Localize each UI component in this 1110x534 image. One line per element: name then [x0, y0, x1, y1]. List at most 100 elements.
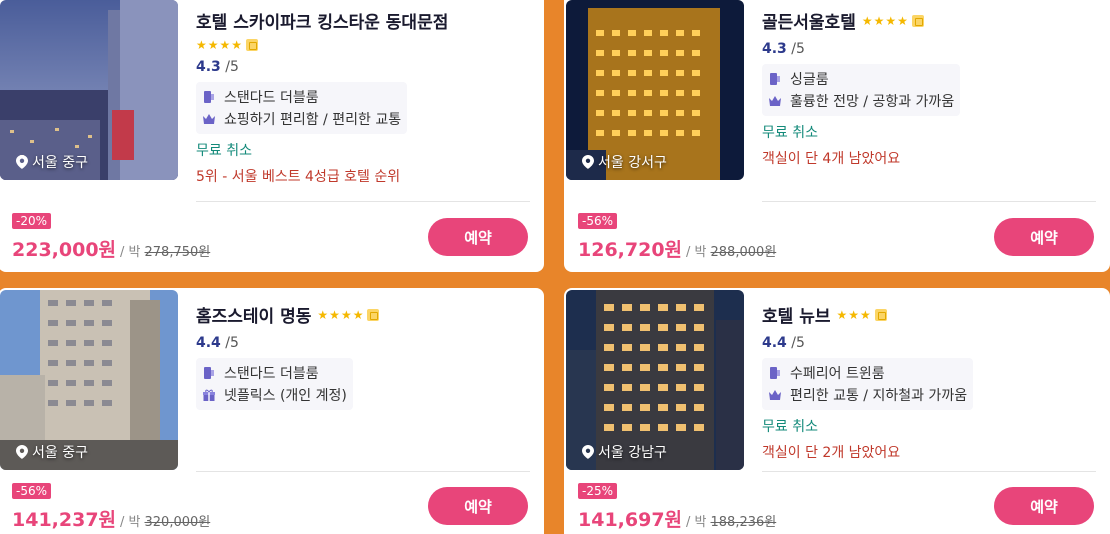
- star-icon: ★: [897, 13, 908, 28]
- divider: [196, 471, 530, 472]
- price: 126,720원: [578, 239, 683, 261]
- location-pin-icon: [16, 155, 28, 169]
- star-icon: ★: [352, 307, 364, 322]
- location-text: 서울 중구: [32, 445, 88, 461]
- feature-text: 훌륭한 전망 / 공항과 가까움: [790, 94, 955, 110]
- star-icon: ★: [861, 13, 873, 28]
- hotel-card[interactable]: 서울 강서구 골든서울호텔 ★ ★ ★ ★ 4.3 /5 싱글룸 훌륭한 전망 / 공…: [564, 0, 1110, 272]
- per-night-label: / 박: [686, 515, 707, 530]
- feature-item: 훌륭한 전망 / 공항과 가까움: [768, 90, 954, 112]
- review-score: 4.4 /5: [762, 335, 1096, 351]
- per-night-label: / 박: [686, 245, 707, 260]
- review-score: 4.3 /5: [762, 41, 1096, 57]
- verified-badge-icon: [874, 308, 887, 321]
- location-pin-icon: [582, 445, 594, 459]
- room-icon: [770, 73, 780, 85]
- hotel-photo[interactable]: 서울 중구: [0, 0, 178, 180]
- original-price: 320,000원: [144, 515, 211, 530]
- review-score: 4.3 /5: [196, 59, 530, 75]
- review-score-max: /5: [225, 335, 239, 351]
- location-label: 서울 강서구: [582, 152, 667, 172]
- hotel-name[interactable]: 홈즈스테이 명동: [196, 302, 311, 327]
- price-row: 126,720원 / 박 288,000원: [578, 235, 776, 262]
- star-icon: ★: [860, 307, 871, 322]
- star-icon: ★: [873, 13, 885, 28]
- per-night-label: / 박: [120, 245, 141, 260]
- hotel-name[interactable]: 골든서울호텔: [762, 8, 856, 33]
- feature-item: 쇼핑하기 편리함 / 편리한 교통: [202, 108, 401, 130]
- feature-item: 스탠다드 더블룸: [202, 86, 401, 108]
- feature-item: 스탠다드 더블룸: [202, 362, 347, 384]
- hotel-name[interactable]: 호텔 스카이파크 킹스타운 동대문점: [196, 8, 448, 33]
- star-icon: ★: [848, 307, 860, 322]
- star-icon: ★: [885, 13, 897, 28]
- price: 141,237원: [12, 509, 117, 531]
- feature-text: 스탠다드 더블룸: [224, 90, 319, 106]
- feature-item: 편리한 교통 / 지하철과 가까움: [768, 384, 967, 406]
- feature-item: 넷플릭스 (개인 계정): [202, 384, 347, 406]
- location-label: 서울 중구: [16, 152, 88, 172]
- price-row: 141,697원 / 박 188,236원: [578, 505, 776, 532]
- crown-icon: [203, 114, 215, 124]
- review-score-max: /5: [225, 59, 239, 75]
- feature-text: 스탠다드 더블룸: [224, 366, 319, 382]
- star-icon: ★: [196, 38, 207, 52]
- location-pin-icon: [582, 155, 594, 169]
- free-cancellation-label: 무료 취소: [196, 143, 252, 159]
- discount-badge: -56%: [12, 483, 52, 499]
- crown-icon: [769, 390, 781, 400]
- review-score: 4.4 /5: [196, 335, 530, 351]
- book-button[interactable]: 예약: [994, 218, 1094, 256]
- hotel-photo[interactable]: 서울 강서구: [566, 0, 744, 180]
- feature-list: 싱글룸 훌륭한 전망 / 공항과 가까움: [762, 64, 961, 116]
- review-score-value: 4.4: [762, 335, 787, 351]
- feature-item: 수페리어 트윈룸: [768, 362, 967, 384]
- book-button[interactable]: 예약: [428, 218, 528, 256]
- ranking-note: 5위 - 서울 베스트 4성급 호텔 순위: [196, 169, 401, 185]
- divider: [762, 201, 1096, 202]
- star-icon: ★: [836, 307, 848, 322]
- star-rating: ★ ★ ★ ★: [861, 13, 924, 28]
- original-price: 278,750원: [144, 245, 211, 260]
- hotel-name[interactable]: 호텔 뉴브: [762, 302, 830, 327]
- review-score-value: 4.3: [196, 59, 221, 75]
- hotel-card[interactable]: 서울 강남구 호텔 뉴브 ★ ★ ★ 4.4 /5 수페리어 트윈룸 편리한 교통 …: [564, 288, 1110, 534]
- discount-badge: -56%: [578, 213, 618, 229]
- hotel-photo[interactable]: 서울 강남구: [566, 290, 744, 470]
- rooms-left-note: 객실이 단 2개 남았어요: [762, 445, 901, 461]
- book-button[interactable]: 예약: [428, 487, 528, 525]
- star-rating: ★ ★ ★ ★: [196, 38, 259, 52]
- original-price: 288,000원: [710, 245, 777, 260]
- review-score-value: 4.4: [196, 335, 221, 351]
- room-icon: [204, 367, 214, 379]
- room-icon: [204, 91, 214, 103]
- free-cancellation-label: 무료 취소: [762, 125, 818, 141]
- feature-text: 수페리어 트윈룸: [790, 366, 885, 382]
- star-rating: ★ ★ ★: [836, 307, 887, 322]
- divider: [196, 201, 530, 202]
- price-row: 223,000원 / 박 278,750원: [12, 235, 210, 262]
- feature-text: 싱글룸: [790, 72, 829, 88]
- feature-list: 수페리어 트윈룸 편리한 교통 / 지하철과 가까움: [762, 358, 974, 410]
- feature-text: 넷플릭스 (개인 계정): [224, 388, 347, 404]
- free-cancellation-label: 무료 취소: [762, 419, 818, 435]
- review-score-max: /5: [791, 335, 805, 351]
- feature-item: 싱글룸: [768, 68, 954, 90]
- hotel-photo[interactable]: 서울 중구: [0, 290, 178, 470]
- feature-text: 편리한 교통 / 지하철과 가까움: [790, 388, 968, 404]
- book-button[interactable]: 예약: [994, 487, 1094, 525]
- feature-list: 스탠다드 더블룸 넷플릭스 (개인 계정): [196, 358, 353, 410]
- hotel-card[interactable]: 서울 중구 홈즈스테이 명동 ★ ★ ★ ★ 4.4 /5 스탠다드 더블룸 넷플릭스…: [0, 288, 544, 534]
- star-icon: ★: [219, 38, 231, 52]
- discount-badge: -20%: [12, 213, 52, 229]
- star-rating: ★ ★ ★ ★: [317, 307, 380, 322]
- price-row: 141,237원 / 박 320,000원: [12, 505, 210, 532]
- hotel-card[interactable]: 서울 중구 호텔 스카이파크 킹스타운 동대문점 ★ ★ ★ ★ 4.3 /5 스탠다…: [0, 0, 544, 272]
- location-pin-icon: [16, 445, 28, 459]
- crown-icon: [769, 96, 781, 106]
- price: 223,000원: [12, 239, 117, 261]
- verified-badge-icon: [367, 308, 380, 321]
- room-icon: [770, 367, 780, 379]
- original-price: 188,236원: [710, 515, 777, 530]
- divider: [762, 471, 1096, 472]
